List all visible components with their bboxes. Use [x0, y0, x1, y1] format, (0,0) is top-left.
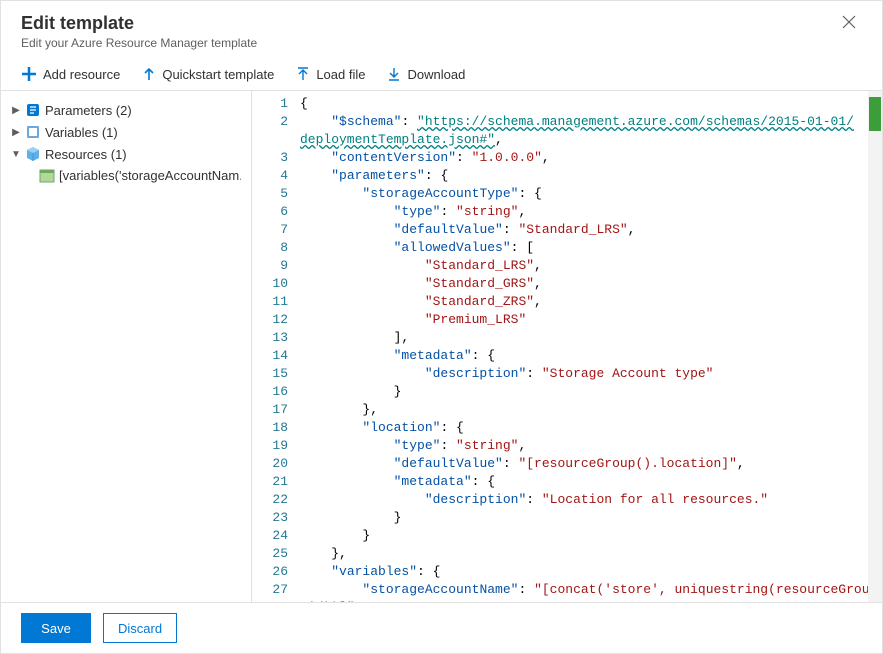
quickstart-button[interactable]: Quickstart template	[142, 66, 274, 82]
tree-item-variables[interactable]: ▶ Variables (1)	[11, 121, 241, 143]
scrollbar-thumb[interactable]	[869, 97, 881, 131]
discard-button[interactable]: Discard	[103, 613, 177, 643]
close-button[interactable]	[836, 13, 862, 31]
save-button[interactable]: Save	[21, 613, 91, 643]
tree-item-label: Resources (1)	[45, 147, 127, 162]
download-button[interactable]: Download	[387, 66, 465, 82]
caret-down-icon: ▼	[11, 149, 21, 160]
vertical-scrollbar[interactable]	[868, 91, 882, 602]
main: ▶ Parameters (2) ▶ Variables (1) ▼ Resou…	[1, 91, 882, 602]
load-file-button[interactable]: Load file	[296, 66, 365, 82]
load-file-label: Load file	[316, 67, 365, 82]
tree-item-storage-account[interactable]: [variables('storageAccountNam...	[11, 165, 241, 186]
add-resource-button[interactable]: Add resource	[21, 66, 120, 82]
tree-item-label: Parameters (2)	[45, 103, 132, 118]
load-file-icon	[296, 67, 310, 81]
tree-sidebar: ▶ Parameters (2) ▶ Variables (1) ▼ Resou…	[1, 91, 251, 602]
download-icon	[387, 67, 401, 81]
variables-icon	[25, 124, 41, 140]
code-area[interactable]: { "$schema": "https://schema.management.…	[296, 91, 882, 602]
toolbar: Add resource Quickstart template Load fi…	[1, 58, 882, 91]
code-editor[interactable]: 1234567891011121314151617181920212223242…	[251, 91, 882, 602]
upload-arrow-icon	[142, 67, 156, 81]
tree-item-resources[interactable]: ▼ Resources (1)	[11, 143, 241, 165]
plus-icon	[21, 66, 37, 82]
resources-icon	[25, 146, 41, 162]
line-gutter: 1234567891011121314151617181920212223242…	[252, 91, 296, 602]
download-label: Download	[407, 67, 465, 82]
storage-icon	[39, 169, 55, 183]
page-subtitle: Edit your Azure Resource Manager templat…	[21, 36, 257, 50]
tree-item-parameters[interactable]: ▶ Parameters (2)	[11, 99, 241, 121]
parameters-icon	[25, 102, 41, 118]
add-resource-label: Add resource	[43, 67, 120, 82]
tree-item-label: [variables('storageAccountNam...	[59, 168, 241, 183]
close-icon	[842, 15, 856, 29]
footer: Save Discard	[1, 602, 882, 653]
page-title: Edit template	[21, 13, 257, 34]
tree-item-label: Variables (1)	[45, 125, 118, 140]
header: Edit template Edit your Azure Resource M…	[1, 1, 882, 58]
quickstart-label: Quickstart template	[162, 67, 274, 82]
caret-right-icon: ▶	[11, 127, 21, 138]
caret-right-icon: ▶	[11, 105, 21, 116]
